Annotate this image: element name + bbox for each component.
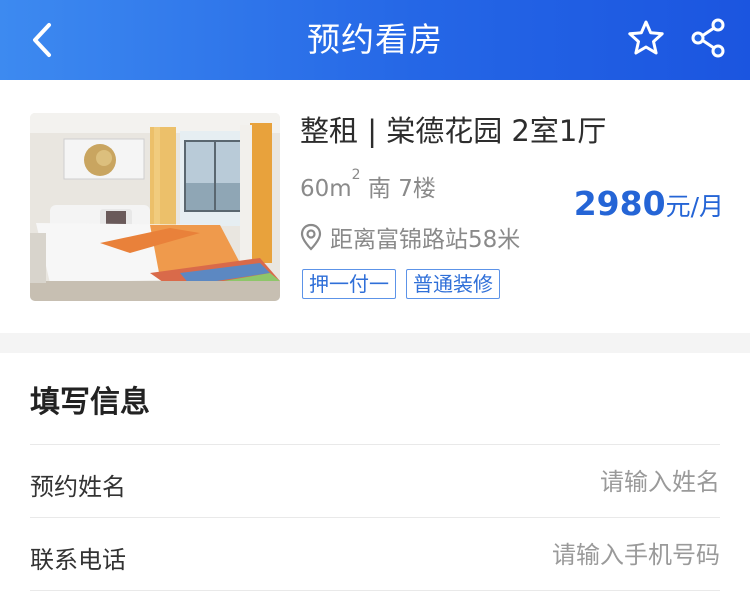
price-unit: 元/月	[665, 192, 724, 221]
listing-distance: 距离富锦路站58米	[300, 220, 520, 254]
listing-photo[interactable]	[30, 113, 280, 301]
phone-label: 联系电话	[30, 546, 126, 574]
price-value: 2980	[573, 184, 666, 223]
name-label: 预约姓名	[30, 473, 126, 501]
listing-area-orientation: 60m2 南 7楼	[300, 167, 436, 203]
listing-card[interactable]: 整租 | 棠德花园 2室1厅 60m2 南 7楼 距离富锦路站58米 押一付一 …	[0, 80, 750, 333]
distance-text: 距离富锦路站58米	[330, 227, 521, 253]
booking-form: 填写信息 预约姓名 联系电话	[0, 353, 750, 592]
area-unit-superscript: 2	[351, 167, 361, 183]
divider	[30, 444, 720, 445]
area-value: 60m	[300, 176, 352, 202]
tag-payment: 押一付一	[302, 269, 396, 299]
divider	[30, 517, 720, 518]
form-title: 填写信息	[30, 385, 150, 420]
location-pin-icon	[300, 223, 322, 251]
listing-tags: 押一付一 普通装修	[302, 269, 510, 299]
name-input[interactable]	[360, 462, 720, 502]
phone-input[interactable]	[360, 535, 720, 575]
share-button[interactable]	[688, 17, 728, 59]
tag-decoration: 普通装修	[406, 269, 500, 299]
orientation-floor: 南 7楼	[360, 176, 436, 202]
listing-title: 整租 | 棠德花园 2室1厅	[300, 114, 607, 148]
app-header: 预约看房	[0, 0, 750, 80]
divider	[30, 590, 720, 591]
favorite-button[interactable]	[626, 18, 666, 58]
listing-price: 2980元/月	[574, 184, 724, 223]
star-icon	[628, 20, 664, 55]
share-icon	[691, 18, 725, 58]
